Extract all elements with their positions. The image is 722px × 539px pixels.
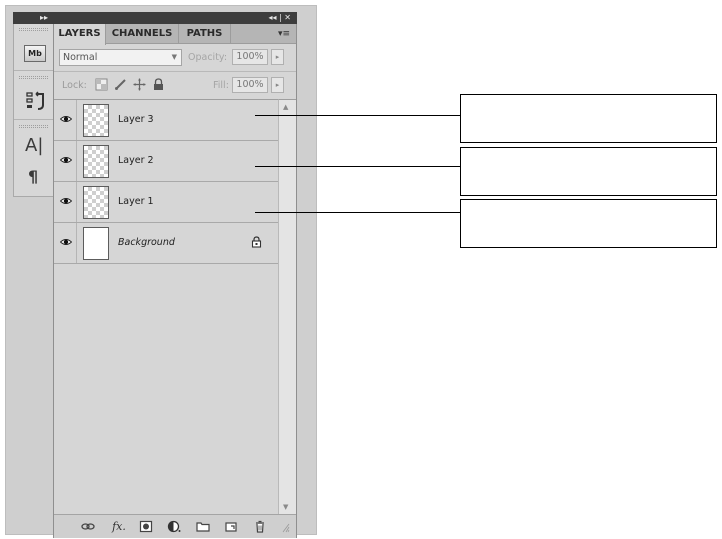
layer-thumbnail xyxy=(83,186,109,219)
expand-panels-icon[interactable]: ▸▸ xyxy=(40,12,48,24)
tab-channels[interactable]: CHANNELS xyxy=(106,24,179,44)
lock-all-icon[interactable] xyxy=(152,78,165,91)
dock-title-bar: ▸▸ xyxy=(13,12,53,24)
layer-row[interactable]: Layer 1 xyxy=(54,182,278,223)
dock-divider xyxy=(14,70,54,71)
eye-icon xyxy=(60,157,72,163)
visibility-toggle[interactable] xyxy=(54,100,77,140)
opacity-label: Opacity: xyxy=(188,52,228,63)
lock-icon xyxy=(251,236,262,248)
add-mask-icon[interactable] xyxy=(139,520,153,533)
scroll-down-icon[interactable]: ▼ xyxy=(283,503,288,511)
chevron-down-icon: ▼ xyxy=(171,53,177,61)
layer-thumbnail xyxy=(83,145,109,178)
mini-bridge-icon[interactable]: Mb xyxy=(24,45,46,62)
resize-grip-icon[interactable] xyxy=(280,520,290,533)
layer-row[interactable]: Layer 2 xyxy=(54,141,278,182)
trash-icon[interactable] xyxy=(253,520,267,533)
adjustment-layer-icon[interactable] xyxy=(167,520,181,533)
layers-panel: LAYERS CHANNELS PATHS ▾≡ Normal ▼ Opacit… xyxy=(53,24,297,538)
paragraph-icon[interactable]: ¶ xyxy=(28,168,38,186)
fill-label: Fill: xyxy=(213,80,229,91)
layer-row[interactable]: Layer 3 xyxy=(54,100,278,141)
blend-mode-select[interactable]: Normal ▼ xyxy=(59,49,182,66)
visibility-toggle[interactable] xyxy=(54,223,77,263)
panel-tabs: LAYERS CHANNELS PATHS ▾≡ xyxy=(54,24,296,45)
opacity-field[interactable]: 100% xyxy=(232,49,268,65)
layer-row[interactable]: Background xyxy=(54,223,278,264)
layers-bottom-bar: fx. xyxy=(54,514,296,538)
eye-icon xyxy=(60,116,72,122)
link-icon[interactable] xyxy=(81,520,95,533)
tab-paths[interactable]: PATHS xyxy=(179,24,231,44)
divider xyxy=(54,71,296,72)
lock-transparency-icon[interactable] xyxy=(95,78,108,91)
fill-field[interactable]: 100% xyxy=(232,77,268,93)
layer-name: Layer 2 xyxy=(118,155,154,166)
scroll-up-icon[interactable]: ▲ xyxy=(283,103,288,111)
dock-grip[interactable] xyxy=(19,28,48,31)
layers-list: Layer 3 Layer 2 Layer 1 Background xyxy=(54,99,278,514)
folder-icon[interactable] xyxy=(196,520,210,533)
dock-grip[interactable] xyxy=(19,125,48,128)
dock-grip[interactable] xyxy=(19,76,48,79)
callout-line xyxy=(255,212,460,213)
fx-icon[interactable]: fx. xyxy=(109,520,129,533)
visibility-toggle[interactable] xyxy=(54,141,77,181)
icon-dock: Mb A| ¶ xyxy=(13,24,54,197)
eye-icon xyxy=(60,239,72,245)
layer-thumbnail xyxy=(83,104,109,137)
dock-divider xyxy=(14,119,54,120)
visibility-toggle[interactable] xyxy=(54,182,77,222)
collapse-close-icon[interactable]: ◂◂ | ✕ xyxy=(268,12,291,24)
lock-label: Lock: xyxy=(62,80,87,91)
layer-name: Layer 1 xyxy=(118,196,154,207)
callout-box xyxy=(460,94,717,143)
panel-title-bar[interactable]: ◂◂ | ✕ xyxy=(53,12,297,24)
tab-layers[interactable]: LAYERS xyxy=(54,24,106,45)
callout-box xyxy=(460,147,717,196)
character-icon[interactable]: A| xyxy=(25,136,43,156)
callout-box xyxy=(460,199,717,248)
lock-image-pixels-icon[interactable] xyxy=(114,78,127,91)
new-layer-icon[interactable] xyxy=(224,520,238,533)
fill-slider-button[interactable]: ▸ xyxy=(271,77,284,93)
layer-thumbnail xyxy=(83,227,109,260)
lock-position-icon[interactable] xyxy=(133,78,146,91)
opacity-slider-button[interactable]: ▸ xyxy=(271,49,284,65)
history-icon[interactable] xyxy=(25,90,47,112)
callout-line xyxy=(255,166,460,167)
eye-icon xyxy=(60,198,72,204)
blend-mode-value: Normal xyxy=(63,52,98,63)
callout-line xyxy=(255,115,460,116)
layer-name: Layer 3 xyxy=(118,114,154,125)
panel-menu-icon[interactable]: ▾≡ xyxy=(278,28,290,40)
layer-name: Background xyxy=(118,237,175,248)
layers-scrollbar[interactable]: ▲ ▼ xyxy=(278,99,296,514)
